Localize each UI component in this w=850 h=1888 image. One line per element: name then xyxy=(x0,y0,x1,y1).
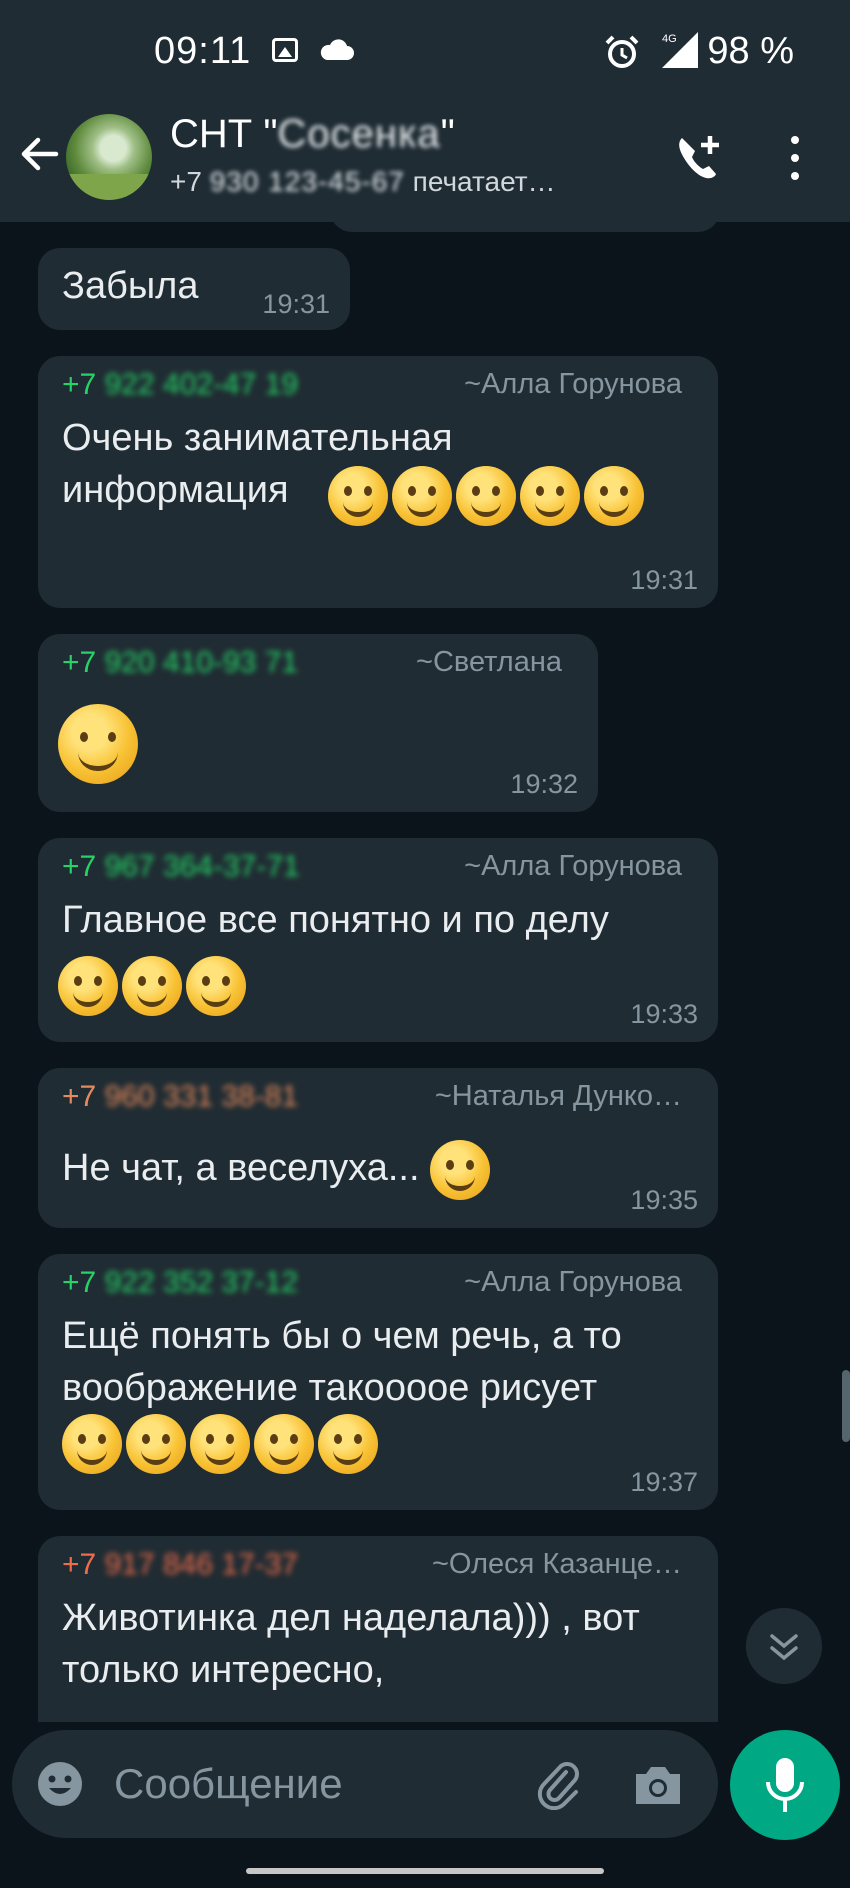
typing-phone-hidden: 930 123-45-67 xyxy=(209,166,405,197)
more-vert-icon[interactable] xyxy=(780,130,810,186)
thinking-emoji-icon xyxy=(328,466,388,526)
alarm-icon xyxy=(605,35,639,68)
emoji-row xyxy=(328,466,648,526)
cloud-icon xyxy=(320,39,354,60)
sender-name: ~Алла Горунова xyxy=(464,1266,682,1298)
rofl-emoji-icon xyxy=(254,1414,314,1474)
message-bubble[interactable]: +7 917 846 17-37 ~Олеся Казанце… Животин… xyxy=(38,1536,718,1722)
message-bubble[interactable]: +7 920 410-93 71 ~Светлана 19:32 xyxy=(38,634,598,812)
message-time: 19:32 xyxy=(510,769,578,799)
attach-icon[interactable] xyxy=(532,1758,584,1810)
message-text: Животинка дел наделала))) , вот только и… xyxy=(62,1597,640,1691)
emoji-row xyxy=(58,704,142,784)
sender-name: ~Алла Горунова xyxy=(464,368,682,400)
mic-icon xyxy=(766,1758,804,1812)
sender-phone[interactable]: +7 922 352 37-12 xyxy=(62,1266,298,1300)
message-time: 19:35 xyxy=(630,1185,698,1215)
emoji-icon[interactable] xyxy=(36,1760,84,1808)
rofl-emoji-icon xyxy=(186,956,246,1016)
gallery-icon xyxy=(272,38,298,62)
message-bubble[interactable] xyxy=(330,222,720,232)
back-arrow-icon[interactable] xyxy=(16,130,64,178)
sender-phone[interactable]: +7 920 410-93 71 xyxy=(62,646,298,680)
thinking-emoji-icon xyxy=(520,466,580,526)
message-bubble[interactable]: Забыла 19:31 xyxy=(38,248,350,330)
message-list[interactable]: Забыла 19:31 +7 922 402-47 19 ~Алла Гору… xyxy=(0,222,850,1722)
message-text: Ещё понять бы о чем речь, а то воображен… xyxy=(62,1310,652,1474)
status-bar: 09:11 4G 98 % xyxy=(0,0,850,100)
chevron-down-icon xyxy=(770,1634,798,1661)
message-time: 19:37 xyxy=(630,1467,698,1497)
sender-phone[interactable]: +7 967 364-37-71 xyxy=(62,850,300,884)
rofl-emoji-icon xyxy=(126,1414,186,1474)
rofl-emoji-icon xyxy=(122,956,182,1016)
sender-phone[interactable]: +7 922 402-47 19 xyxy=(62,368,298,402)
message-text: Главное все понятно и по делу xyxy=(62,899,609,941)
scroll-down-button[interactable] xyxy=(746,1608,822,1684)
message-input-bar: Сообщение xyxy=(12,1730,718,1838)
rofl-emoji-icon xyxy=(190,1414,250,1474)
group-avatar[interactable] xyxy=(66,114,152,200)
message-text: Не чат, а веселуха... xyxy=(62,1140,494,1200)
message-bubble[interactable]: +7 960 331 38-81 ~Наталья Дунко… Не чат,… xyxy=(38,1068,718,1228)
message-bubble[interactable]: +7 922 402-47 19 ~Алла Горунова Очень за… xyxy=(38,356,718,608)
gesture-nav-bar[interactable] xyxy=(246,1868,604,1874)
thinking-emoji-icon xyxy=(584,466,644,526)
sender-name: ~Олеся Казанце… xyxy=(431,1548,682,1580)
rofl-emoji-icon xyxy=(318,1414,378,1474)
typing-status: +7 930 123-45-67 печатает… xyxy=(170,166,556,197)
rofl-emoji-icon xyxy=(62,1414,122,1474)
group-name-hidden: Сосенка xyxy=(277,112,441,156)
mic-button[interactable] xyxy=(730,1730,840,1840)
grinning-emoji-icon xyxy=(430,1140,491,1200)
sender-name: ~Наталья Дунко… xyxy=(434,1080,682,1112)
scrollbar-thumb[interactable] xyxy=(842,1370,850,1442)
rofl-emoji-icon xyxy=(58,956,118,1016)
chat-header: СНТ "Сосенка" +7 930 123-45-67 печатает… xyxy=(0,100,850,222)
signal-icon: 4G xyxy=(662,32,698,68)
emoji-row xyxy=(58,956,250,1016)
message-bubble[interactable]: +7 967 364-37-71 ~Алла Горунова Главное … xyxy=(38,838,718,1042)
message-input[interactable]: Сообщение xyxy=(114,1760,343,1808)
thinking-emoji-icon xyxy=(392,466,452,526)
message-time: 19:33 xyxy=(630,999,698,1029)
status-time: 09:11 xyxy=(154,30,252,72)
add-call-icon[interactable] xyxy=(670,130,726,186)
svg-text:4G: 4G xyxy=(662,33,677,45)
sender-name: ~Светлана xyxy=(416,646,562,678)
sender-phone[interactable]: +7 917 846 17-37 xyxy=(62,1548,298,1582)
camera-icon[interactable] xyxy=(632,1760,684,1808)
sender-phone[interactable]: +7 960 331 38-81 xyxy=(62,1080,298,1114)
thinking-emoji-icon xyxy=(456,466,516,526)
battery-level: 98 % xyxy=(707,30,794,72)
message-time: 19:31 xyxy=(630,565,698,595)
group-name[interactable]: СНТ "Сосенка" xyxy=(170,112,455,157)
message-text: Забыла xyxy=(62,265,199,307)
message-time: 19:31 xyxy=(262,289,330,319)
sender-name: ~Алла Горунова xyxy=(464,850,682,882)
tears-of-joy-emoji-icon xyxy=(58,704,138,784)
message-bubble[interactable]: +7 922 352 37-12 ~Алла Горунова Ещё поня… xyxy=(38,1254,718,1510)
